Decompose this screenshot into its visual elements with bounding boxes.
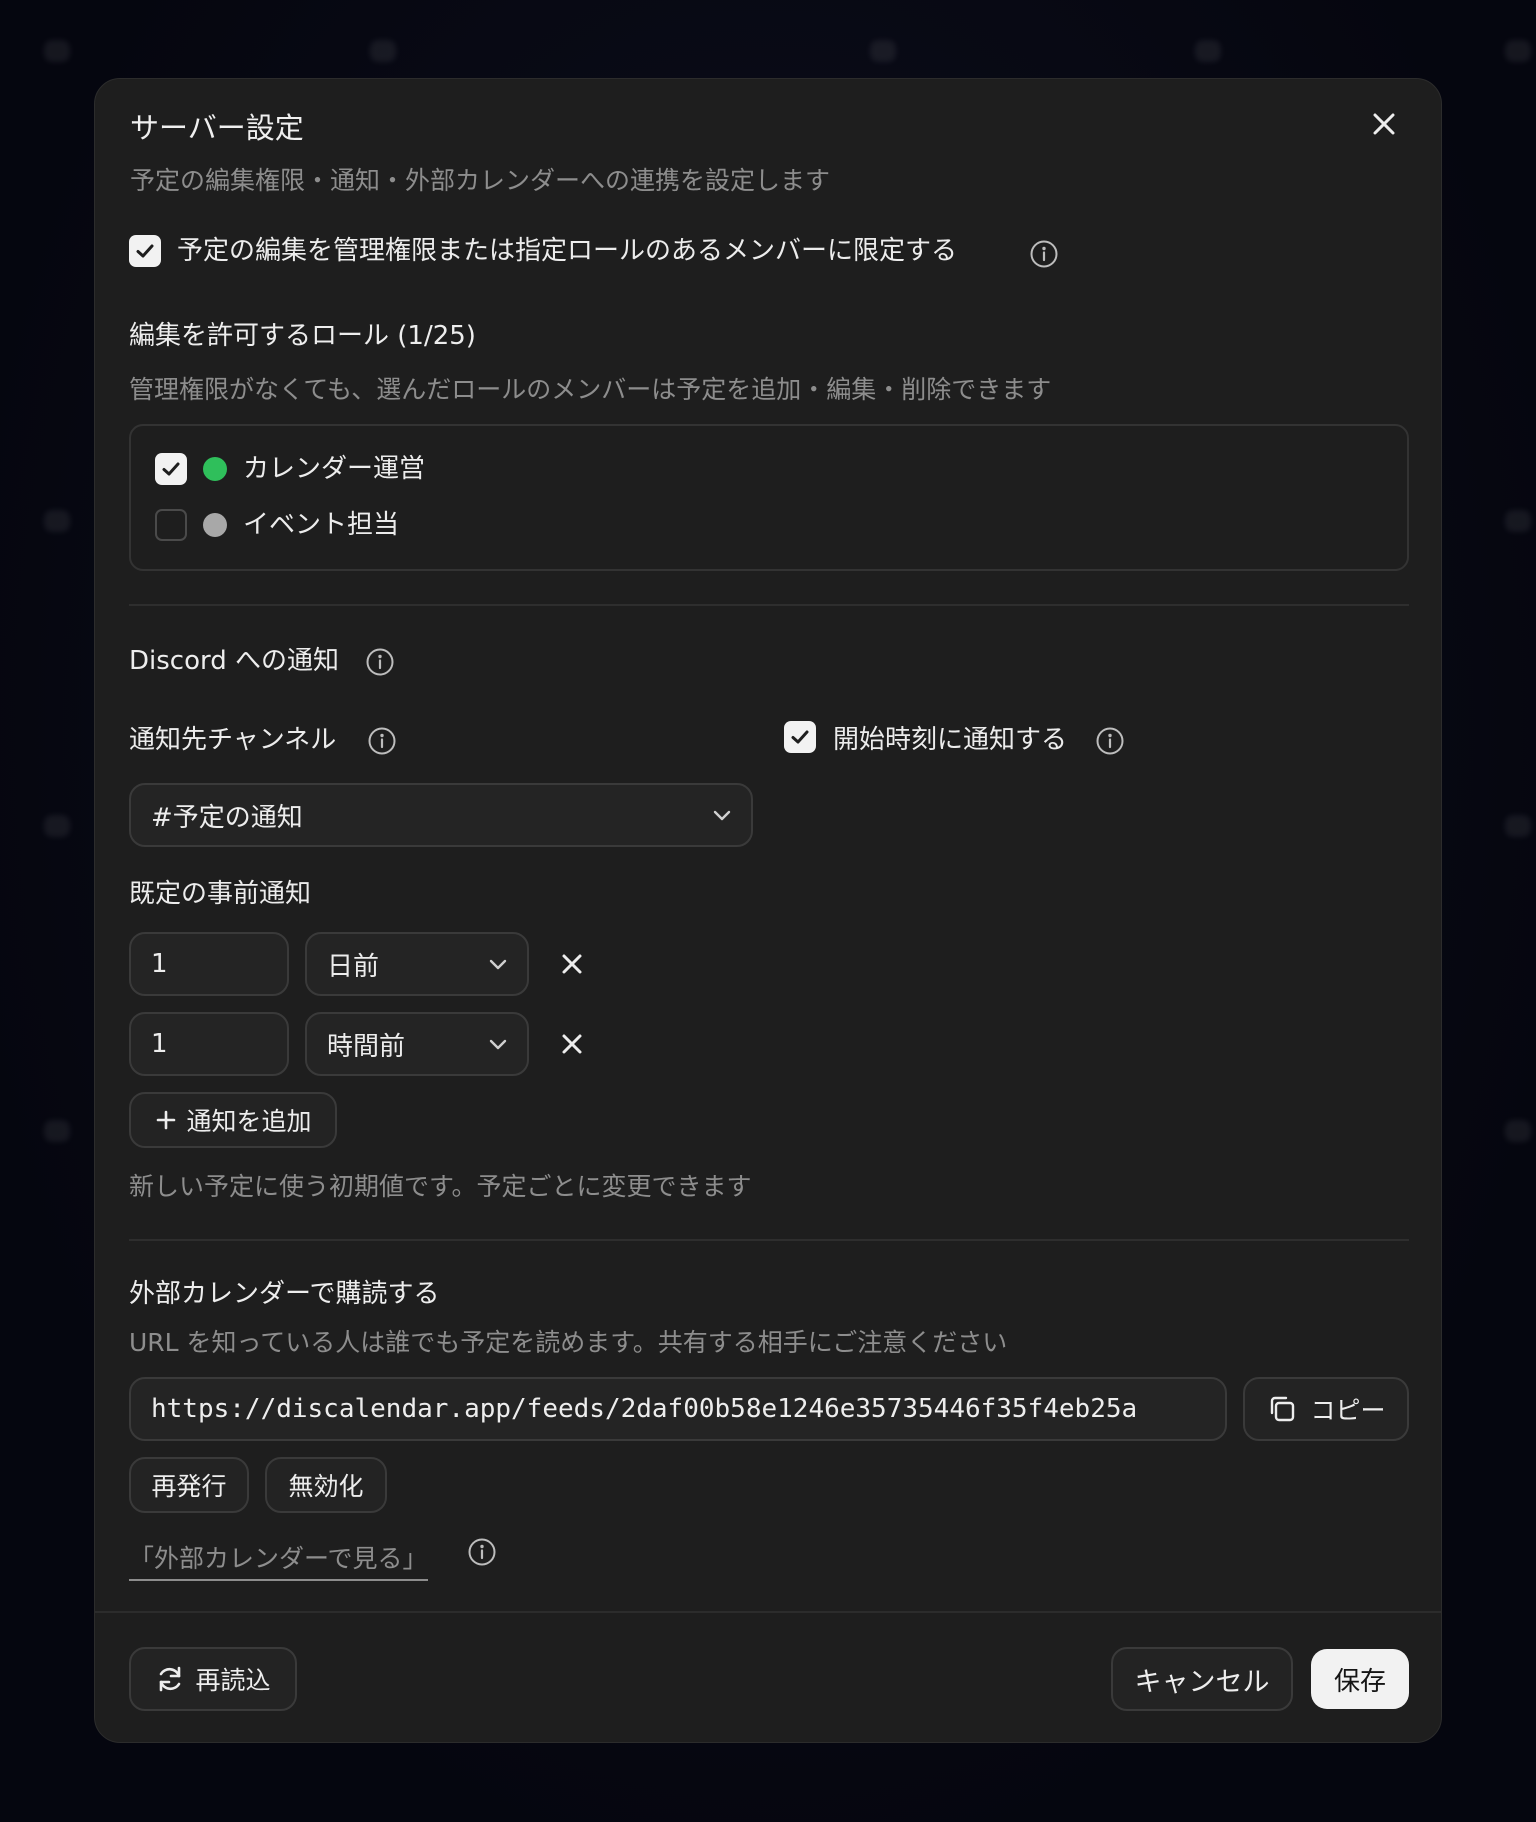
notify-start-info-icon[interactable] — [1095, 726, 1125, 756]
reissue-button[interactable]: 再発行 — [129, 1457, 249, 1513]
remove-reminder-button[interactable] — [555, 1027, 589, 1061]
view-link-info-icon[interactable] — [467, 1537, 497, 1567]
role-checkbox-calendar-admin[interactable] — [155, 453, 187, 485]
role-color-dot — [203, 513, 227, 537]
reminder-amount-value: 1 — [151, 949, 168, 979]
reload-button[interactable]: 再読込 — [129, 1647, 297, 1711]
close-icon — [1373, 113, 1395, 135]
close-icon — [562, 1034, 582, 1054]
reminder-amount-input[interactable]: 1 — [129, 932, 289, 996]
background-blur — [44, 510, 70, 532]
dialog-subtitle: 予定の編集権限・通知・外部カレンダーへの連携を設定します — [130, 166, 831, 195]
background-blur — [44, 1120, 70, 1142]
background-blur — [44, 40, 70, 62]
channel-info-icon[interactable] — [367, 726, 397, 756]
close-button[interactable] — [1367, 107, 1401, 141]
feed-url-value: https://discalendar.app/feeds/2daf00b58e… — [151, 1394, 1138, 1424]
reminder-unit-select[interactable]: 日前 — [305, 932, 529, 996]
channel-select-value: #予定の通知 — [151, 802, 303, 833]
roles-hint: 管理権限がなくても、選んだロールのメンバーは予定を追加・編集・削除できます — [129, 375, 1052, 404]
check-icon — [162, 462, 180, 476]
chevron-down-icon — [713, 810, 731, 821]
disable-button[interactable]: 無効化 — [265, 1457, 387, 1513]
footer-divider — [95, 1611, 1441, 1613]
restrict-edit-info-icon[interactable] — [1029, 239, 1059, 269]
reminder-unit-select[interactable]: 時間前 — [305, 1012, 529, 1076]
server-settings-dialog: サーバー設定 予定の編集権限・通知・外部カレンダーへの連携を設定します 予定の編… — [94, 78, 1442, 1743]
info-icon — [368, 727, 396, 755]
copy-label: コピー — [1310, 1396, 1386, 1425]
role-list: カレンダー運営 イベント担当 — [129, 424, 1409, 571]
reminders-label: 既定の事前通知 — [129, 879, 312, 909]
role-checkbox-event-staff[interactable] — [155, 509, 187, 541]
chevron-down-icon — [489, 1039, 507, 1050]
info-icon — [366, 648, 394, 676]
reminder-unit-value: 時間前 — [327, 1031, 406, 1062]
reminder-unit-value: 日前 — [327, 951, 380, 982]
close-icon — [562, 954, 582, 974]
channel-label: 通知先チャンネル — [129, 725, 337, 755]
reissue-label: 再発行 — [151, 1472, 227, 1501]
background-blur — [1505, 510, 1531, 532]
reminder-amount-input[interactable]: 1 — [129, 1012, 289, 1076]
background-blur — [1505, 815, 1531, 837]
view-external-calendar-link[interactable]: 「外部カレンダーで見る」 — [129, 1539, 428, 1581]
plus-icon — [157, 1110, 176, 1130]
reminders-hint: 新しい予定に使う初期値です。予定ごとに変更できます — [129, 1172, 752, 1201]
cancel-label: キャンセル — [1134, 1666, 1270, 1698]
background-blur — [370, 40, 396, 62]
save-label: 保存 — [1333, 1666, 1386, 1697]
info-icon — [468, 1538, 496, 1566]
refresh-icon — [160, 1666, 181, 1692]
copy-icon — [1271, 1396, 1295, 1422]
save-button[interactable]: 保存 — [1311, 1649, 1409, 1709]
notify-start-checkbox[interactable] — [784, 721, 816, 753]
background-blur — [44, 815, 70, 837]
roles-title: 編集を許可するロール (1/25) — [129, 321, 476, 351]
dialog-title: サーバー設定 — [130, 111, 304, 145]
background-blur — [1505, 1120, 1531, 1142]
feed-title: 外部カレンダーで購読する — [129, 1279, 440, 1309]
restrict-edit-checkbox[interactable] — [129, 235, 161, 267]
reminder-amount-value: 1 — [151, 1029, 168, 1059]
background-blur — [870, 40, 896, 62]
remove-reminder-button[interactable] — [555, 947, 589, 981]
check-icon — [136, 244, 154, 258]
reload-label: 再読込 — [195, 1666, 271, 1695]
section-divider — [129, 604, 1409, 606]
section-divider — [129, 1239, 1409, 1241]
copy-url-button[interactable]: コピー — [1243, 1377, 1409, 1441]
cancel-button[interactable]: キャンセル — [1111, 1647, 1293, 1711]
check-icon — [791, 730, 809, 744]
feed-url-field[interactable]: https://discalendar.app/feeds/2daf00b58e… — [129, 1377, 1227, 1441]
discord-info-icon[interactable] — [365, 647, 395, 677]
role-label[interactable]: カレンダー運営 — [243, 452, 425, 486]
chevron-down-icon — [489, 959, 507, 970]
channel-select[interactable]: #予定の通知 — [129, 783, 753, 847]
restrict-edit-label[interactable]: 予定の編集を管理権限または指定ロールのあるメンバーに限定する — [177, 235, 957, 267]
discord-title: Discord への通知 — [129, 646, 339, 676]
info-icon — [1096, 727, 1124, 755]
notify-start-label[interactable]: 開始時刻に通知する — [833, 723, 1067, 757]
add-reminder-label: 通知を追加 — [186, 1107, 312, 1136]
role-label[interactable]: イベント担当 — [243, 508, 399, 542]
add-reminder-button[interactable]: 通知を追加 — [129, 1092, 337, 1148]
role-color-dot — [203, 457, 227, 481]
feed-hint: URL を知っている人は誰でも予定を読めます。共有する相手にご注意ください — [129, 1328, 1008, 1357]
info-icon — [1030, 240, 1058, 268]
background-blur — [1195, 40, 1221, 62]
disable-label: 無効化 — [288, 1472, 364, 1501]
background-blur — [1505, 40, 1531, 62]
